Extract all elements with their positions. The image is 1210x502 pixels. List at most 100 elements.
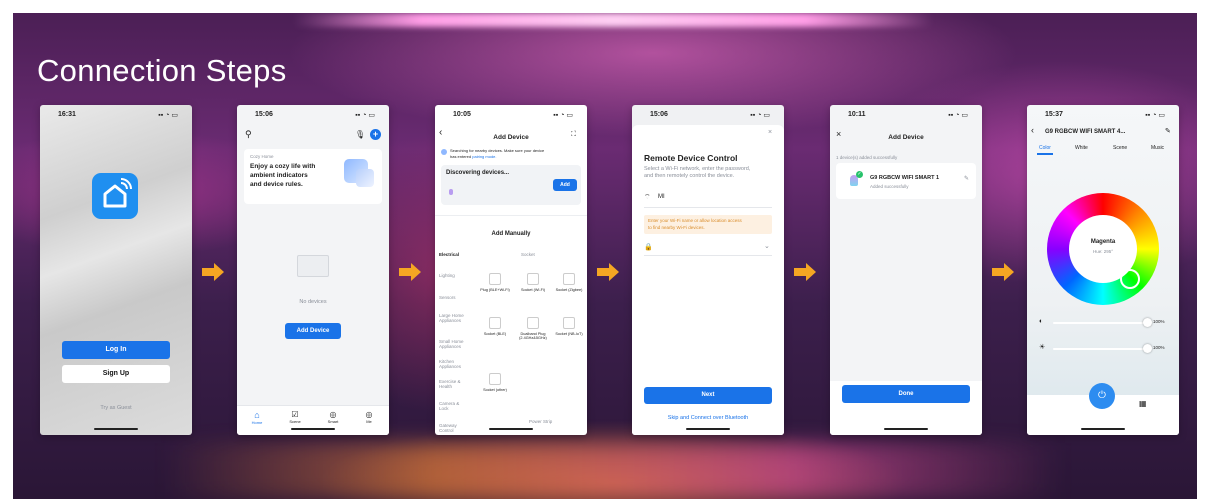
brightness-slider[interactable]: [1053, 322, 1149, 324]
device-tile-label: Socket (other): [483, 388, 507, 392]
device-card[interactable]: ✓ G9 RGBCW WIFI SMART 1 Added successful…: [836, 163, 976, 199]
modal-title: Remote Device Control: [644, 153, 738, 163]
me-icon: ◎: [365, 410, 373, 419]
power-button-icon[interactable]: ⏻: [1089, 383, 1115, 409]
phone-add-device-screen: 10:05 ▪▪ ◔ ▭ ‹ Add Device ⛶ Searching fo…: [435, 105, 587, 435]
phone-color-control-screen: 15:37 ▪▪ ◔ ▭ ‹ G9 RGBCW WIFI SMART 4... …: [1027, 105, 1179, 435]
home-indicator: [489, 428, 533, 430]
phone-home-screen: 15:06 ▪▪ ◔ ▭ ⚲ 🎙 + Cozy Home Enjoy a coz…: [237, 105, 389, 435]
status-icons: ▪▪ ◔ ▭: [750, 112, 770, 119]
category-exercise-health[interactable]: Exercise & Health: [439, 379, 469, 389]
tab-smart-label: Smart: [327, 419, 339, 424]
promo-card-line1: Enjoy a cozy life with: [250, 163, 316, 170]
socket-icon: [489, 317, 501, 329]
category-kitchen-appliances[interactable]: Kitchen Appliances: [439, 359, 469, 369]
add-device-button[interactable]: Add Device: [285, 323, 341, 339]
app-logo-icon: [92, 173, 138, 219]
device-tile[interactable]: Plug (BLE+Wi-Fi): [477, 273, 513, 292]
subcategory-power-strip: Power Strip: [529, 419, 553, 424]
status-time: 15:06: [255, 111, 273, 118]
tab-scene[interactable]: ☑ Scene: [285, 410, 305, 424]
home-icon: ⌂: [254, 410, 260, 420]
device-tile[interactable]: Socket (NB-IoT): [551, 317, 587, 336]
home-indicator: [1081, 428, 1125, 430]
promo-card[interactable]: Cozy Home Enjoy a cozy life with ambient…: [244, 149, 382, 204]
color-picker-knob[interactable]: [1120, 269, 1140, 289]
status-icons: ▪▪ ◔ ▭: [158, 112, 178, 119]
step-arrow-icon: [597, 263, 619, 281]
hue-value: Hue: 295°: [1092, 249, 1114, 254]
lock-icon: 🔒: [644, 244, 653, 251]
edit-pencil-icon[interactable]: ✎: [1165, 127, 1171, 135]
header-title: Add Device: [493, 134, 529, 141]
color-name: Magenta: [1090, 239, 1116, 245]
category-camera-lock[interactable]: Camera & Lock: [439, 401, 469, 411]
wifi-icon: ⌔: [644, 194, 651, 201]
tab-smart[interactable]: ◎ Smart: [323, 410, 343, 424]
category-sensors[interactable]: Sensors: [439, 295, 456, 300]
chevron-down-icon[interactable]: ⌄: [764, 242, 770, 250]
saturation-value: 100%: [1153, 345, 1165, 350]
close-icon[interactable]: ×: [768, 129, 772, 136]
smart-icon: ◎: [329, 410, 337, 419]
edit-pencil-icon[interactable]: ✎: [964, 175, 969, 182]
step-arrow-icon: [794, 263, 816, 281]
add-button[interactable]: Add: [553, 179, 577, 191]
tab-white[interactable]: White: [1075, 145, 1088, 151]
category-lighting[interactable]: Lighting: [439, 273, 455, 278]
tab-color[interactable]: Color: [1039, 145, 1051, 151]
tab-scene[interactable]: Scene: [1113, 145, 1127, 151]
color-wheel[interactable]: Magenta Hue: 295°: [1047, 193, 1159, 305]
banner-title: Connection Steps: [37, 53, 287, 88]
device-tile-label: Socket (BLE): [483, 332, 507, 336]
tab-music[interactable]: Music: [1151, 145, 1164, 151]
tab-me-label: Me: [366, 419, 372, 424]
skip-bluetooth-link[interactable]: Skip and Connect over Bluetooth: [632, 415, 784, 421]
tab-home[interactable]: ⌂ Home: [247, 410, 267, 425]
device-tile[interactable]: Socket (Wi-Fi): [515, 273, 551, 292]
status-icons: ▪▪ ◔ ▭: [1145, 112, 1165, 119]
tab-me[interactable]: ◎ Me: [359, 410, 379, 424]
brightness-slider-knob[interactable]: [1143, 318, 1152, 327]
promo-card-line3: and device rules.: [250, 181, 303, 188]
no-devices-text: No devices: [299, 299, 327, 305]
category-electrical[interactable]: Electrical: [439, 252, 459, 257]
next-button[interactable]: Next: [644, 387, 772, 404]
grid-menu-icon[interactable]: ▦: [1139, 399, 1147, 408]
status-bar: 15:37 ▪▪ ◔ ▭: [1045, 111, 1165, 123]
promo-card-line2: ambient indicators: [250, 172, 308, 179]
category-small-home-appliances[interactable]: Small Home Appliances: [439, 339, 469, 349]
scan-icon[interactable]: ⛶: [571, 131, 576, 139]
add-plus-icon[interactable]: +: [370, 129, 381, 140]
socket-icon: [563, 273, 575, 285]
device-tile-label: Dualband Plug (2.4GHz&5GHz): [519, 332, 547, 340]
category-gateway-control[interactable]: Gateway Control: [439, 423, 469, 433]
try-as-guest-link[interactable]: Try as Guest: [40, 405, 192, 411]
microphone-icon[interactable]: 🎙: [355, 130, 365, 139]
pairing-mode-link[interactable]: pairing mode.: [472, 154, 496, 159]
device-bulb-icon: [449, 189, 453, 195]
done-button[interactable]: Done: [842, 385, 970, 403]
profile-icon[interactable]: ⚲: [245, 129, 252, 140]
home-indicator: [94, 428, 138, 430]
device-tile[interactable]: Socket (other): [477, 373, 513, 392]
tab-active-indicator: [1037, 153, 1053, 155]
saturation-slider[interactable]: [1053, 348, 1149, 350]
wifi-name-field[interactable]: MI: [658, 194, 665, 200]
device-tile[interactable]: Socket (Zigbee): [551, 273, 587, 292]
login-button[interactable]: Log In: [62, 341, 170, 359]
device-status: Added successfully: [870, 184, 909, 189]
password-field[interactable]: [658, 242, 764, 252]
added-count-text: 1 device(s) added successfully: [836, 155, 898, 160]
saturation-slider-knob[interactable]: [1143, 344, 1152, 353]
device-tile[interactable]: Dualband Plug (2.4GHz&5GHz): [515, 317, 551, 340]
promo-card-illustration-back: [356, 169, 374, 187]
signup-button[interactable]: Sign Up: [62, 365, 170, 383]
back-chevron-icon[interactable]: ‹: [1031, 125, 1034, 135]
status-icons: ▪▪ ◔ ▭: [553, 112, 573, 119]
device-tile[interactable]: Socket (BLE): [477, 317, 513, 336]
wifi-warning-banner: Enter your Wi-Fi name or allow location …: [644, 215, 772, 234]
empty-box-icon: [297, 255, 329, 277]
warning-line2: to find nearby Wi-Fi devices.: [648, 225, 705, 230]
category-large-home-appliances[interactable]: Large Home Appliances: [439, 313, 469, 323]
